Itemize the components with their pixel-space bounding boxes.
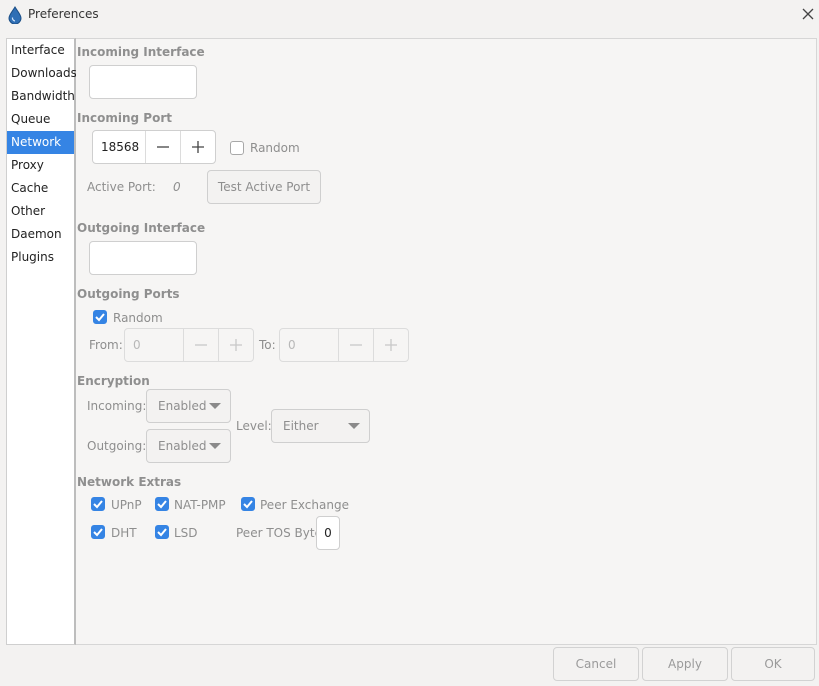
checkmark-icon — [93, 528, 103, 537]
cancel-button[interactable]: Cancel — [553, 647, 639, 681]
active-port-value: 0 — [173, 180, 181, 194]
outgoing-ports-title: Outgoing Ports — [77, 287, 180, 301]
encryption-level-label: Level: — [236, 419, 272, 433]
ok-button[interactable]: OK — [731, 647, 815, 681]
checkmark-icon — [93, 500, 103, 509]
chevron-down-icon — [209, 403, 221, 409]
encryption-incoming-dropdown[interactable]: Enabled — [146, 389, 231, 423]
from-decrement-button[interactable] — [183, 329, 218, 361]
checkmark-icon — [157, 500, 167, 509]
from-increment-button[interactable] — [218, 329, 253, 361]
to-increment-button[interactable] — [373, 329, 408, 361]
sidebar-item-plugins[interactable]: Plugins — [7, 246, 74, 269]
natpmp-label: NAT-PMP — [174, 498, 226, 512]
close-icon[interactable] — [798, 4, 818, 24]
from-label: From: — [89, 338, 123, 352]
plus-icon — [230, 339, 242, 351]
lsd-label: LSD — [174, 526, 198, 540]
peer-exchange-label: Peer Exchange — [260, 498, 349, 512]
peer-tos-label: Peer TOS Byte: — [236, 526, 326, 540]
incoming-interface-input[interactable] — [89, 65, 197, 99]
chevron-down-icon — [209, 443, 221, 449]
from-port-spinner[interactable]: 0 — [124, 328, 254, 362]
lsd-checkbox[interactable] — [155, 525, 169, 539]
peer-tos-input[interactable]: 0 — [316, 516, 340, 550]
sidebar-item-daemon[interactable]: Daemon — [7, 223, 74, 246]
to-port-spinner[interactable]: 0 — [279, 328, 409, 362]
outgoing-interface-input[interactable] — [89, 241, 197, 275]
encryption-incoming-label: Incoming: — [87, 399, 147, 413]
test-active-port-button[interactable]: Test Active Port — [207, 170, 321, 204]
encryption-outgoing-label: Outgoing: — [87, 439, 147, 453]
to-port-value[interactable]: 0 — [280, 329, 338, 361]
encryption-title: Encryption — [77, 374, 150, 388]
plus-icon — [385, 339, 397, 351]
sidebar-item-cache[interactable]: Cache — [7, 177, 74, 200]
incoming-port-title: Incoming Port — [77, 111, 172, 125]
sidebar-item-downloads[interactable]: Downloads — [7, 62, 77, 85]
window-title: Preferences — [28, 7, 99, 21]
sidebar-item-bandwidth[interactable]: Bandwidth — [7, 85, 75, 108]
decrement-button[interactable] — [145, 131, 180, 163]
checkmark-icon — [95, 313, 105, 322]
minus-icon — [195, 344, 207, 346]
sidebar-item-interface[interactable]: Interface — [7, 39, 74, 62]
upnp-label: UPnP — [111, 498, 142, 512]
encryption-level-value: Either — [283, 419, 319, 433]
plus-icon — [192, 141, 204, 153]
encryption-incoming-value: Enabled — [158, 399, 207, 413]
sidebar-item-proxy[interactable]: Proxy — [7, 154, 74, 177]
chevron-down-icon — [348, 423, 360, 429]
encryption-outgoing-value: Enabled — [158, 439, 207, 453]
incoming-port-value[interactable]: 18568 — [93, 131, 145, 163]
sidebar-item-network[interactable]: Network — [7, 131, 74, 154]
incoming-random-checkbox[interactable] — [230, 141, 244, 155]
to-label: To: — [259, 338, 276, 352]
dht-checkbox[interactable] — [91, 525, 105, 539]
checkmark-icon — [243, 500, 253, 509]
preferences-sidebar: Interface Downloads Bandwidth Queue Netw… — [6, 38, 77, 645]
active-port-label: Active Port: — [87, 180, 156, 194]
apply-button[interactable]: Apply — [642, 647, 728, 681]
peer-exchange-checkbox[interactable] — [241, 497, 255, 511]
encryption-outgoing-dropdown[interactable]: Enabled — [146, 429, 231, 463]
incoming-random-label: Random — [250, 141, 300, 155]
minus-icon — [157, 146, 169, 148]
outgoing-random-label: Random — [113, 311, 163, 325]
upnp-checkbox[interactable] — [91, 497, 105, 511]
natpmp-checkbox[interactable] — [155, 497, 169, 511]
sidebar-item-queue[interactable]: Queue — [7, 108, 74, 131]
title-bar: Preferences — [0, 0, 819, 30]
minus-icon — [350, 344, 362, 346]
from-port-value[interactable]: 0 — [125, 329, 183, 361]
incoming-interface-title: Incoming Interface — [77, 45, 205, 59]
water-drop-icon — [8, 6, 22, 24]
increment-button[interactable] — [180, 131, 215, 163]
checkmark-icon — [157, 528, 167, 537]
outgoing-random-checkbox[interactable] — [93, 310, 107, 324]
outgoing-interface-title: Outgoing Interface — [77, 221, 206, 235]
dht-label: DHT — [111, 526, 137, 540]
to-decrement-button[interactable] — [338, 329, 373, 361]
incoming-port-spinner[interactable]: 18568 — [92, 130, 216, 164]
sidebar-item-other[interactable]: Other — [7, 200, 74, 223]
encryption-level-dropdown[interactable]: Either — [271, 409, 370, 443]
network-extras-title: Network Extras — [77, 475, 182, 489]
